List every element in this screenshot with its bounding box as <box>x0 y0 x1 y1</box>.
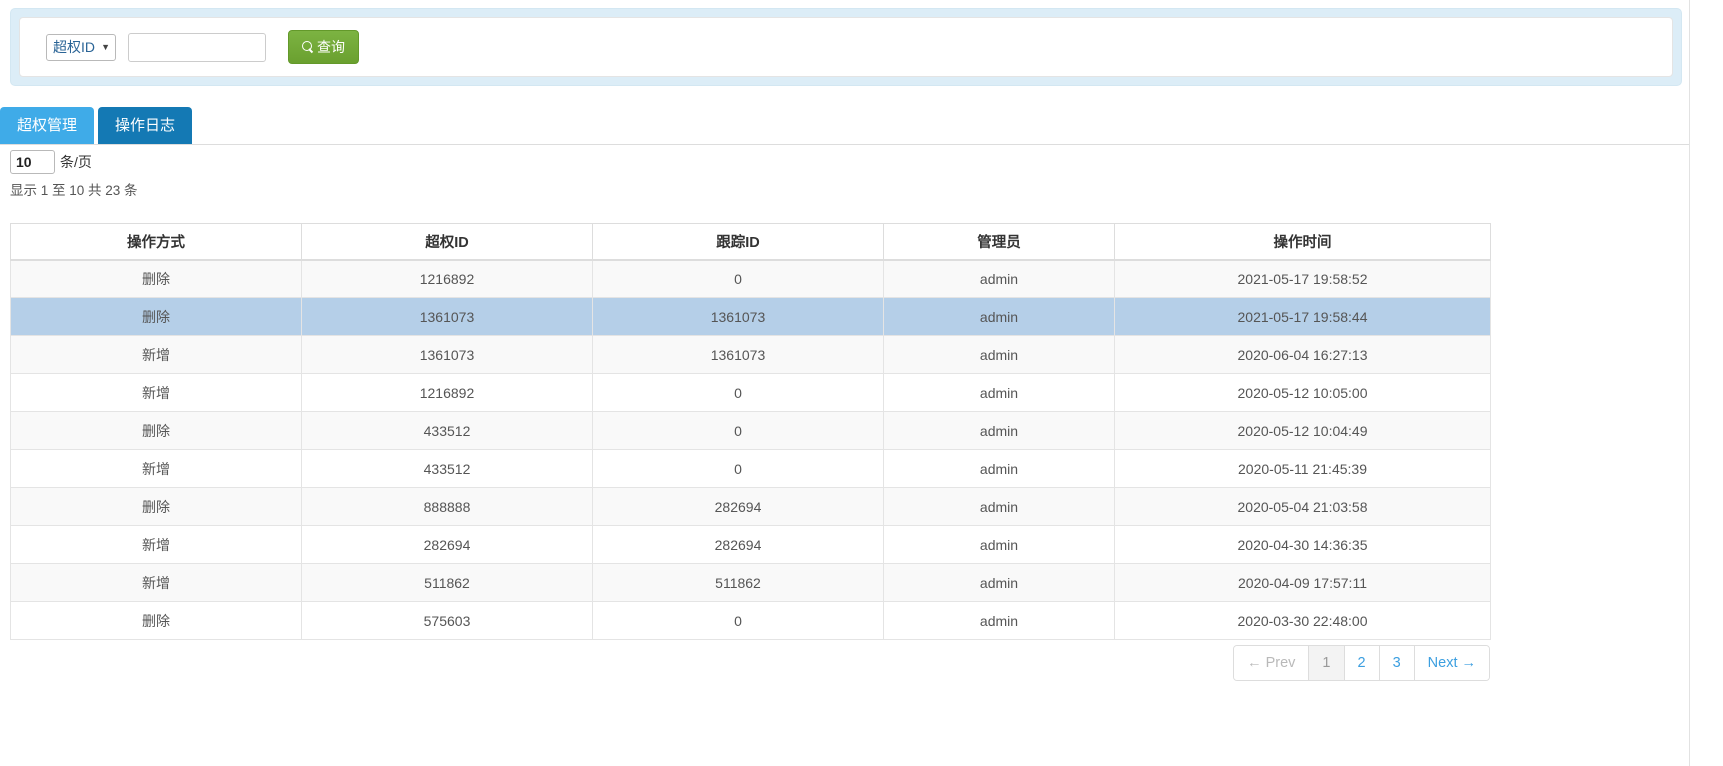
cell-operation: 新增 <box>11 526 302 564</box>
cell-track-id: 1361073 <box>593 298 884 336</box>
pagination-wrap: ← Prev123Next → <box>10 645 1490 681</box>
cell-super-id: 1216892 <box>302 374 593 412</box>
cell-track-id: 511862 <box>593 564 884 602</box>
tab-label: 超权管理 <box>17 117 77 134</box>
cell-admin: admin <box>884 336 1115 374</box>
column-header-track-id[interactable]: 跟踪ID <box>593 224 884 260</box>
table-row[interactable]: 删除4335120admin2020-05-12 10:04:49 <box>11 412 1491 450</box>
tab-label: 操作日志 <box>115 117 175 134</box>
cell-time: 2020-05-11 21:45:39 <box>1115 450 1491 488</box>
table-row[interactable]: 删除888888282694admin2020-05-04 21:03:58 <box>11 488 1491 526</box>
column-header-super-id[interactable]: 超权ID <box>302 224 593 260</box>
cell-admin: admin <box>884 526 1115 564</box>
cell-operation: 删除 <box>11 602 302 640</box>
cell-admin: admin <box>884 298 1115 336</box>
cell-admin: admin <box>884 374 1115 412</box>
cell-operation: 新增 <box>11 374 302 412</box>
cell-time: 2020-05-12 10:05:00 <box>1115 374 1491 412</box>
cell-admin: admin <box>884 260 1115 298</box>
cell-operation: 删除 <box>11 412 302 450</box>
cell-admin: admin <box>884 412 1115 450</box>
pagination-page-2[interactable]: 2 <box>1345 646 1380 680</box>
cell-super-id: 1361073 <box>302 336 593 374</box>
tab-operation-log[interactable]: 操作日志 <box>98 107 192 144</box>
pagination: ← Prev123Next → <box>1233 645 1490 681</box>
table-row[interactable]: 删除13610731361073admin2021-05-17 19:58:44 <box>11 298 1491 336</box>
cell-track-id: 0 <box>593 450 884 488</box>
column-header-operation[interactable]: 操作方式 <box>11 224 302 260</box>
cell-super-id: 433512 <box>302 450 593 488</box>
page-right-divider <box>1689 0 1690 766</box>
search-icon <box>302 41 314 53</box>
cell-time: 2021-05-17 19:58:44 <box>1115 298 1491 336</box>
operation-log-table: 操作方式 超权ID 跟踪ID 管理员 操作时间 删除12168920admin2… <box>10 223 1491 640</box>
search-field-select-wrap: 超权ID ▼ <box>46 34 116 61</box>
cell-admin: admin <box>884 450 1115 488</box>
table-row[interactable]: 新增4335120admin2020-05-11 21:45:39 <box>11 450 1491 488</box>
cell-time: 2020-06-04 16:27:13 <box>1115 336 1491 374</box>
cell-track-id: 0 <box>593 374 884 412</box>
table-info-text: 显示 1 至 10 共 23 条 <box>10 179 1490 199</box>
cell-super-id: 888888 <box>302 488 593 526</box>
pagination-next[interactable]: Next → <box>1415 646 1489 680</box>
column-header-admin[interactable]: 管理员 <box>884 224 1115 260</box>
table-row[interactable]: 新增12168920admin2020-05-12 10:05:00 <box>11 374 1491 412</box>
table-header-row: 操作方式 超权ID 跟踪ID 管理员 操作时间 <box>11 224 1491 260</box>
cell-track-id: 282694 <box>593 526 884 564</box>
table-row[interactable]: 删除12168920admin2021-05-17 19:58:52 <box>11 260 1491 298</box>
cell-time: 2020-04-30 14:36:35 <box>1115 526 1491 564</box>
cell-admin: admin <box>884 488 1115 526</box>
cell-time: 2020-05-12 10:04:49 <box>1115 412 1491 450</box>
cell-operation: 删除 <box>11 488 302 526</box>
table-body: 删除12168920admin2021-05-17 19:58:52删除1361… <box>11 260 1491 640</box>
cell-track-id: 0 <box>593 260 884 298</box>
table-head: 操作方式 超权ID 跟踪ID 管理员 操作时间 <box>11 224 1491 260</box>
column-header-time[interactable]: 操作时间 <box>1115 224 1491 260</box>
page-size-row: 10 条/页 <box>10 150 1490 174</box>
search-keyword-input[interactable] <box>128 33 266 62</box>
page-size-label: 条/页 <box>60 152 92 172</box>
tab-bar: 超权管理 操作日志 <box>0 105 1689 145</box>
cell-track-id: 1361073 <box>593 336 884 374</box>
table-row[interactable]: 新增282694282694admin2020-04-30 14:36:35 <box>11 526 1491 564</box>
table-tools: 10 条/页 显示 1 至 10 共 23 条 <box>10 150 1490 199</box>
cell-super-id: 575603 <box>302 602 593 640</box>
page-size-select[interactable]: 10 <box>10 150 55 174</box>
pagination-page-3[interactable]: 3 <box>1380 646 1415 680</box>
cell-super-id: 1361073 <box>302 298 593 336</box>
query-button-label: 查询 <box>317 40 345 54</box>
pagination-prev: ← Prev <box>1234 646 1309 680</box>
search-panel: 超权ID ▼ 查询 <box>10 8 1682 86</box>
cell-super-id: 433512 <box>302 412 593 450</box>
cell-super-id: 282694 <box>302 526 593 564</box>
cell-track-id: 0 <box>593 602 884 640</box>
pagination-page-1: 1 <box>1309 646 1344 680</box>
cell-admin: admin <box>884 602 1115 640</box>
cell-operation: 新增 <box>11 450 302 488</box>
cell-super-id: 1216892 <box>302 260 593 298</box>
table-row[interactable]: 新增511862511862admin2020-04-09 17:57:11 <box>11 564 1491 602</box>
cell-time: 2020-05-04 21:03:58 <box>1115 488 1491 526</box>
search-field-select[interactable]: 超权ID <box>46 34 116 61</box>
tab-super-auth-management[interactable]: 超权管理 <box>0 107 94 144</box>
cell-track-id: 0 <box>593 412 884 450</box>
query-button[interactable]: 查询 <box>288 30 359 64</box>
cell-time: 2021-05-17 19:58:52 <box>1115 260 1491 298</box>
cell-track-id: 282694 <box>593 488 884 526</box>
cell-time: 2020-04-09 17:57:11 <box>1115 564 1491 602</box>
table-row[interactable]: 新增13610731361073admin2020-06-04 16:27:13 <box>11 336 1491 374</box>
cell-operation: 新增 <box>11 564 302 602</box>
search-panel-inner: 超权ID ▼ 查询 <box>19 17 1673 77</box>
cell-operation: 删除 <box>11 260 302 298</box>
cell-operation: 新增 <box>11 336 302 374</box>
table-row[interactable]: 删除5756030admin2020-03-30 22:48:00 <box>11 602 1491 640</box>
cell-admin: admin <box>884 564 1115 602</box>
page-root: 超权ID ▼ 查询 超权管理 操作日志 10 条/页 显示 1 至 10 <box>0 0 1723 766</box>
cell-operation: 删除 <box>11 298 302 336</box>
cell-time: 2020-03-30 22:48:00 <box>1115 602 1491 640</box>
cell-super-id: 511862 <box>302 564 593 602</box>
